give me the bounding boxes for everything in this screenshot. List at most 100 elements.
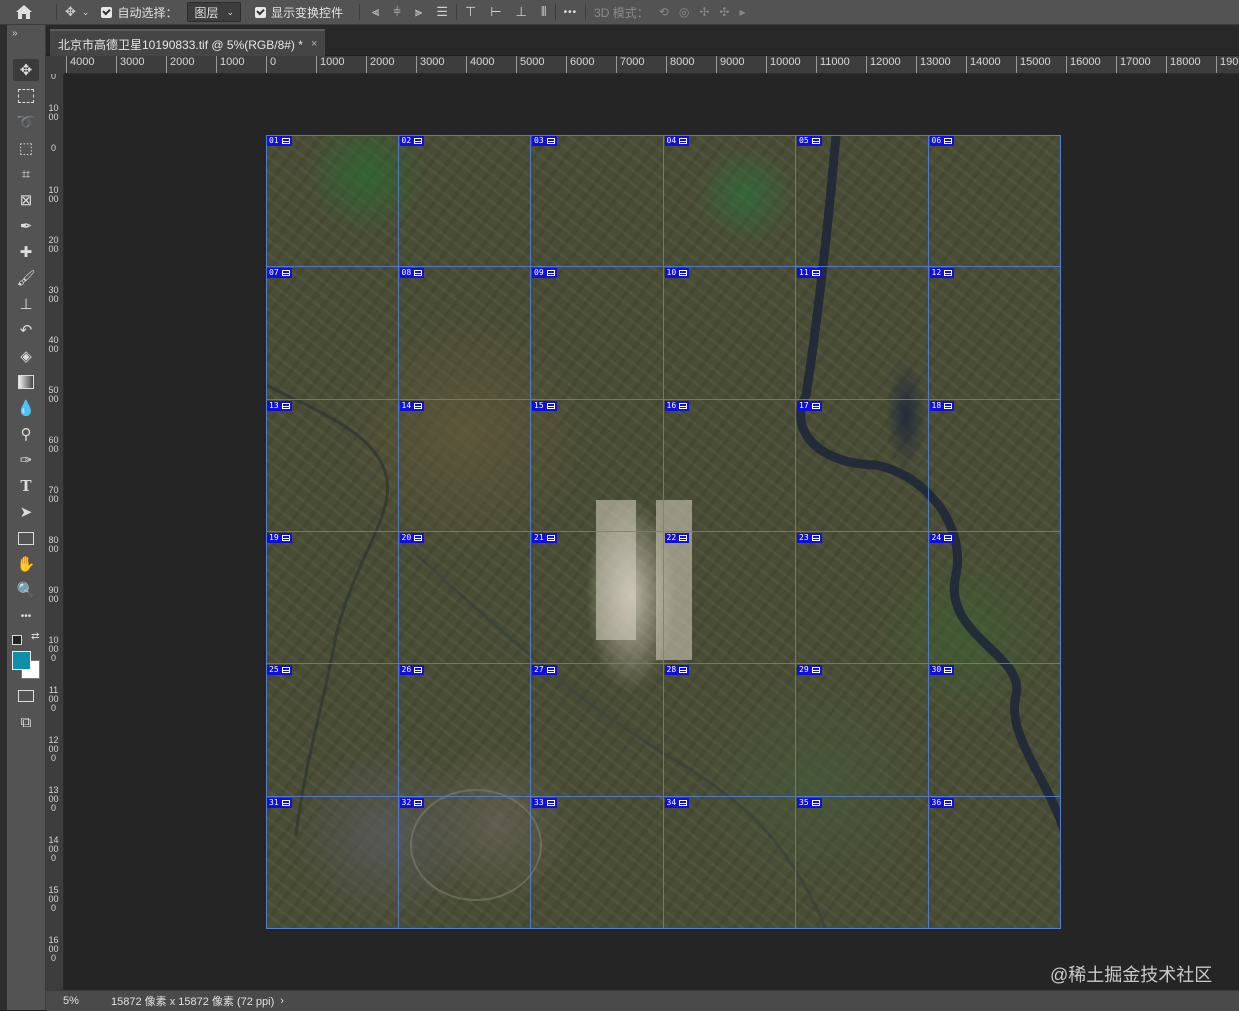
slice-number: 33 bbox=[534, 797, 544, 807]
marquee-tool[interactable] bbox=[13, 85, 39, 107]
slice-tile[interactable]: 24 bbox=[928, 532, 1061, 665]
blur-tool[interactable]: 💧 bbox=[13, 397, 39, 419]
hand-tool[interactable]: ✋ bbox=[13, 553, 39, 575]
ruler-origin[interactable] bbox=[46, 56, 64, 74]
slice-tile[interactable]: 14 bbox=[398, 399, 531, 532]
slice-tile[interactable]: 31 bbox=[266, 796, 399, 929]
slice-tile[interactable]: 20 bbox=[398, 532, 531, 665]
distribute-v-icon[interactable]: ⦀ bbox=[541, 4, 547, 20]
object-select-tool[interactable]: ⬚ bbox=[13, 137, 39, 159]
align-left-icon[interactable]: ⫷ bbox=[372, 4, 379, 20]
gradient-tool[interactable] bbox=[13, 371, 39, 393]
document-tab[interactable]: 北京市高德卫星10190833.tif @ 5%(RGB/8#) * × bbox=[50, 29, 326, 57]
close-tab-icon[interactable]: × bbox=[311, 38, 317, 50]
default-colors-icon[interactable] bbox=[12, 635, 22, 645]
lasso-tool[interactable]: ➰ bbox=[13, 111, 39, 133]
slice-tile[interactable]: 28 bbox=[663, 664, 796, 797]
crop-tool[interactable]: ⌗ bbox=[13, 163, 39, 185]
slice-tile[interactable]: 06 bbox=[928, 135, 1061, 268]
pan-3d-icon[interactable]: ✢ bbox=[699, 5, 709, 19]
ruler-tick-label: 6000 bbox=[48, 435, 59, 454]
slice-tile[interactable]: 09 bbox=[531, 267, 664, 400]
horizontal-ruler[interactable]: 4000 3000 2000 1000 0 1000 2000 3000 4000 5000 600… bbox=[64, 56, 1239, 74]
slice-tile[interactable]: 05 bbox=[796, 135, 929, 268]
slice-label: 25 bbox=[267, 665, 292, 676]
healing-tool[interactable]: ✚ bbox=[13, 241, 39, 263]
distribute-h-icon[interactable]: ☰ bbox=[436, 4, 448, 20]
slice-tile[interactable]: 08 bbox=[398, 267, 531, 400]
slice-image-icon bbox=[811, 667, 820, 674]
slice-tile[interactable]: 33 bbox=[531, 796, 664, 929]
slice-tile[interactable]: 22 bbox=[663, 532, 796, 665]
slice-tile[interactable]: 23 bbox=[796, 532, 929, 665]
move-tool[interactable]: ✥ bbox=[13, 59, 39, 81]
slice-tile[interactable]: 25 bbox=[266, 664, 399, 797]
slice-tile[interactable]: 21 bbox=[531, 532, 664, 665]
slice-tile[interactable]: 36 bbox=[928, 796, 1061, 929]
satellite-image[interactable]: 01 02 03 04 05 06 07 08 09 10 11 12 13 14 15 16 17 18 19 20… bbox=[266, 135, 1061, 929]
slice-tile[interactable]: 11 bbox=[796, 267, 929, 400]
slice-tile[interactable]: 02 bbox=[398, 135, 531, 268]
slice-tile[interactable]: 01 bbox=[266, 135, 399, 268]
slice-tile[interactable]: 18 bbox=[928, 399, 1061, 532]
edit-toolbar-button[interactable]: ••• bbox=[13, 605, 39, 627]
frame-tool[interactable]: ⊠ bbox=[13, 189, 39, 211]
slice-tile[interactable]: 07 bbox=[266, 267, 399, 400]
quick-mask-button[interactable] bbox=[13, 685, 39, 707]
home-button[interactable] bbox=[0, 0, 48, 24]
scale-3d-icon[interactable]: ▸ bbox=[739, 5, 745, 19]
path-select-tool[interactable]: ➤ bbox=[13, 501, 39, 523]
align-center-h-icon[interactable]: ⫩ bbox=[393, 4, 400, 20]
slice-tile[interactable]: 19 bbox=[266, 532, 399, 665]
pen-tool[interactable]: ✑ bbox=[13, 449, 39, 471]
eraser-tool[interactable]: ◈ bbox=[13, 345, 39, 367]
slice-tile[interactable]: 15 bbox=[531, 399, 664, 532]
more-options-button[interactable]: ••• bbox=[564, 0, 578, 24]
align-middle-v-icon[interactable]: ⊢ bbox=[490, 4, 501, 20]
slide-3d-icon[interactable]: ✣ bbox=[719, 5, 729, 19]
slice-tile[interactable]: 30 bbox=[928, 664, 1061, 797]
screen-mode-button[interactable]: ⧉ bbox=[13, 711, 39, 733]
slice-tile[interactable]: 26 bbox=[398, 664, 531, 797]
orbit-3d-icon[interactable]: ⟲ bbox=[659, 5, 669, 19]
ruler-tick-label: 0 bbox=[266, 56, 276, 73]
eyedropper-tool[interactable]: ✒ bbox=[13, 215, 39, 237]
history-brush-tool[interactable]: ↶ bbox=[13, 319, 39, 341]
move-tool-preset[interactable]: ✥ ⌄ bbox=[65, 0, 89, 24]
slice-tile[interactable]: 13 bbox=[266, 399, 399, 532]
slice-tile[interactable]: 29 bbox=[796, 664, 929, 797]
zoom-level[interactable]: 5% bbox=[46, 995, 97, 1007]
rectangle-tool[interactable] bbox=[13, 527, 39, 549]
slice-tile[interactable]: 12 bbox=[928, 267, 1061, 400]
slice-tile[interactable]: 16 bbox=[663, 399, 796, 532]
slice-label: 15 bbox=[532, 400, 557, 411]
dodge-tool[interactable]: ⚲ bbox=[13, 423, 39, 445]
slice-tile[interactable]: 04 bbox=[663, 135, 796, 268]
slice-tile[interactable]: 27 bbox=[531, 664, 664, 797]
slice-tile[interactable]: 17 bbox=[796, 399, 929, 532]
collapse-toolbar-icon[interactable]: » bbox=[12, 28, 18, 39]
show-transform-checkbox[interactable]: 显示变换控件 bbox=[255, 0, 343, 24]
auto-select-checkbox[interactable]: 自动选择： bbox=[101, 0, 177, 24]
slice-number: 05 bbox=[799, 136, 809, 145]
auto-select-dropdown[interactable]: 图层 ⌄ bbox=[187, 2, 242, 22]
slice-tile[interactable]: 34 bbox=[663, 796, 796, 929]
brush-tool[interactable]: 🖌 bbox=[13, 267, 39, 289]
status-menu-arrow[interactable]: › bbox=[280, 995, 284, 1007]
swap-colors-icon[interactable]: ⇄ bbox=[31, 631, 39, 642]
roll-3d-icon[interactable]: ◎ bbox=[679, 5, 689, 19]
foreground-color-swatch[interactable] bbox=[12, 651, 31, 670]
slice-tile[interactable]: 10 bbox=[663, 267, 796, 400]
align-top-icon[interactable]: ⊤ bbox=[465, 4, 476, 20]
stamp-tool[interactable]: ⊥ bbox=[13, 293, 39, 315]
align-right-icon[interactable]: ⫸ bbox=[415, 4, 422, 20]
vertical-ruler[interactable]: 0 1000 0 1000 2000 3000 4000 5000 6000 7000 8000 90… bbox=[46, 74, 64, 990]
slice-tile[interactable]: 03 bbox=[531, 135, 664, 268]
ruler-tick-label: 5000 bbox=[516, 56, 544, 73]
type-tool[interactable]: T bbox=[13, 475, 39, 497]
align-bottom-icon[interactable]: ⊥ bbox=[516, 4, 527, 20]
zoom-tool[interactable]: 🔍 bbox=[13, 579, 39, 601]
slice-tile[interactable]: 32 bbox=[398, 796, 531, 929]
ruler-tick-label: 2000 bbox=[166, 56, 194, 73]
slice-tile[interactable]: 35 bbox=[796, 796, 929, 929]
